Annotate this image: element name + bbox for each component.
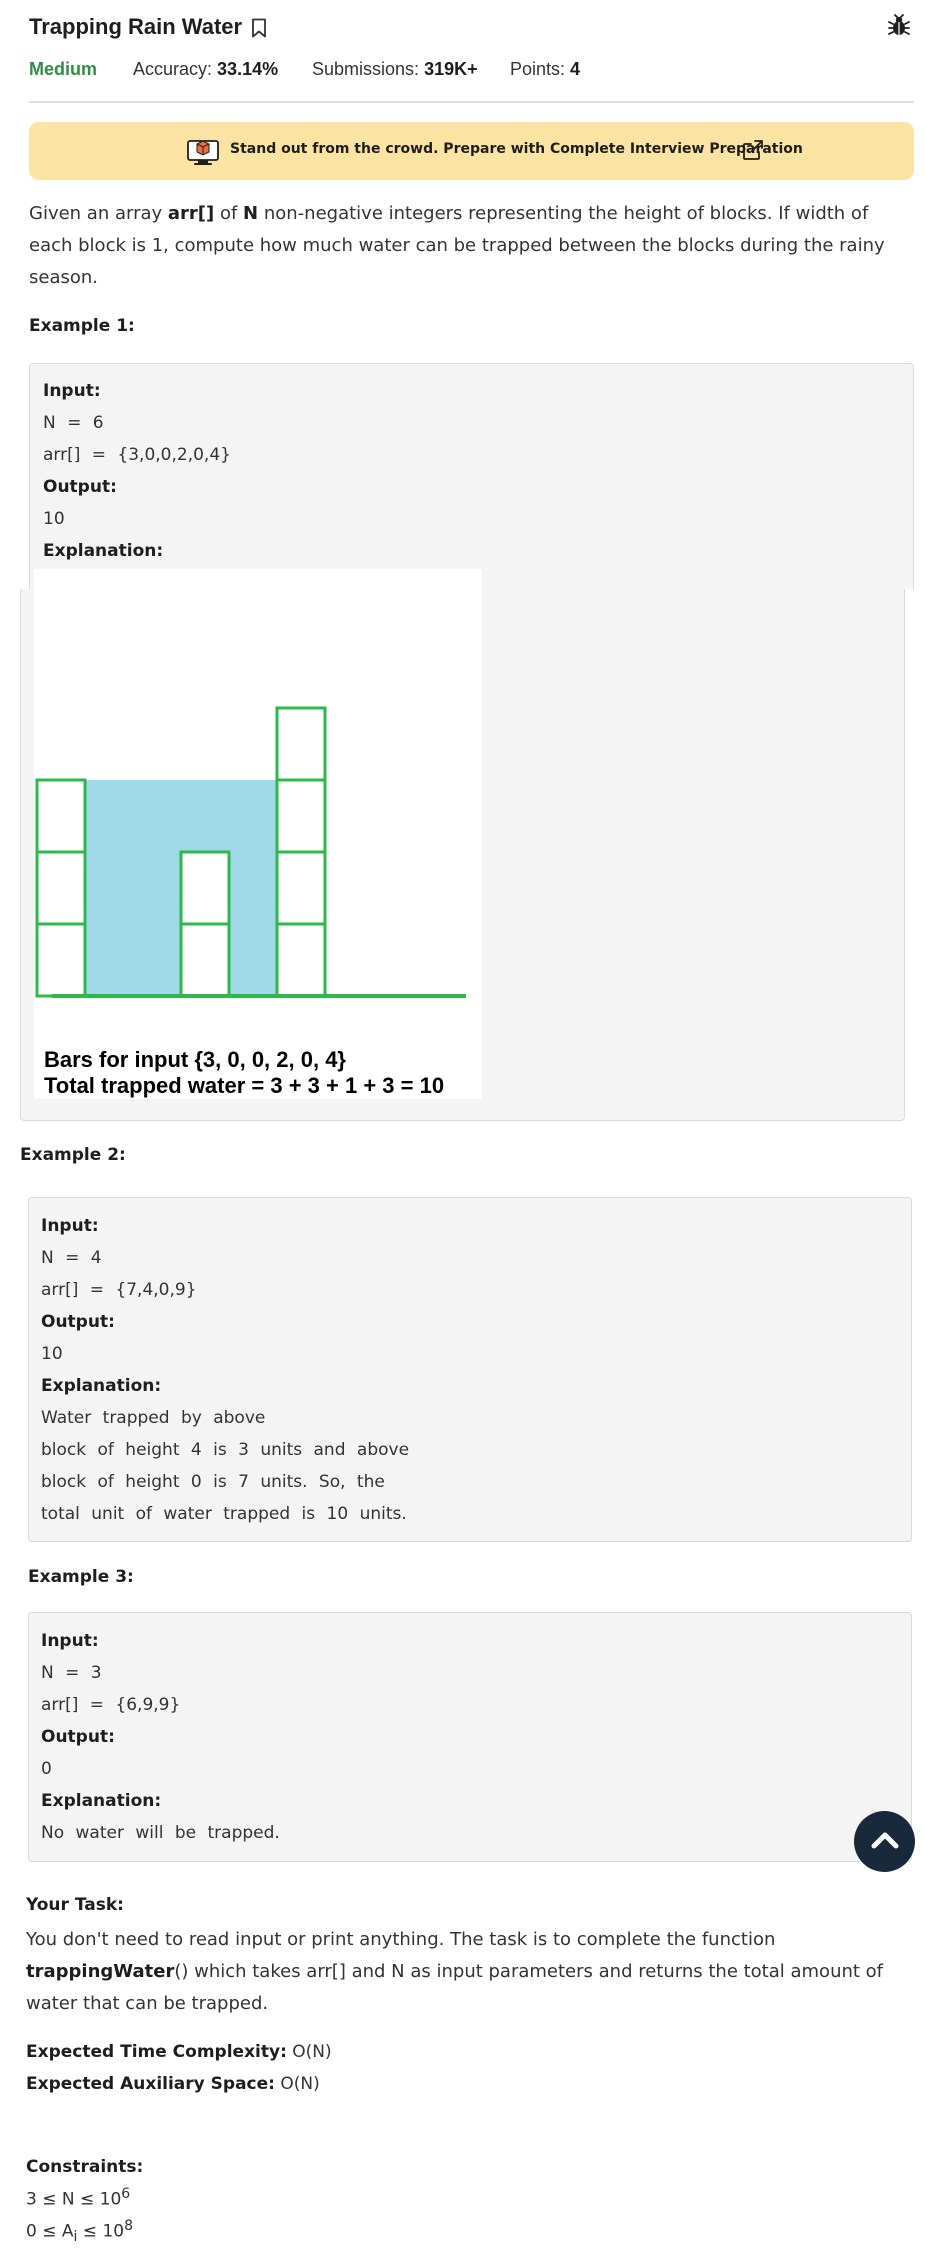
block-cell — [179, 922, 231, 998]
constraints-title: Constraints: — [26, 2157, 143, 2177]
problem-description: Given an array arr[] of N non-negative i… — [29, 198, 914, 294]
example-1-output: 10 — [43, 509, 65, 529]
example-3-title: Example 3: — [28, 1567, 134, 1587]
time-complexity-value: O(N) — [292, 2042, 332, 2062]
points-stat: Points: 4 — [510, 59, 580, 80]
monitor-icon — [187, 140, 219, 165]
accuracy-label: Accuracy: — [133, 59, 213, 79]
time-complexity: Expected Time Complexity: O(N) — [26, 2042, 332, 2062]
time-complexity-label: Expected Time Complexity: — [26, 2042, 287, 2062]
water-area — [229, 780, 277, 996]
banner-text[interactable]: Stand out from the crowd. Prepare with C… — [230, 141, 803, 157]
constraint-n-exp: 6 — [121, 2186, 131, 2202]
desc-n: N — [243, 203, 259, 224]
example-3-output: 0 — [41, 1759, 52, 1779]
example-3-n: N = 3 — [41, 1663, 102, 1683]
constraint-a-exp: 8 — [124, 2218, 133, 2234]
constraint-a-text: 0 ≤ A — [26, 2221, 74, 2242]
water-area — [133, 780, 181, 996]
example-2-explanation-line: block of height 0 is 7 units. So, the — [41, 1472, 385, 1492]
explanation-label: Explanation: — [41, 1376, 162, 1396]
desc-arr: arr[] — [167, 203, 215, 224]
figure-caption-1: Bars for input {3, 0, 0, 2, 0, 4} — [44, 1047, 346, 1072]
explanation-label: Explanation: — [43, 541, 164, 561]
constraint-a-text: ≤ 10 — [77, 2221, 125, 2242]
task-text: You don't need to read input or print an… — [26, 1924, 916, 2020]
example-2-n: N = 4 — [41, 1248, 102, 1268]
constraint-a: 0 ≤ Ai ≤ 108 — [26, 2218, 133, 2245]
points-value: 4 — [570, 59, 581, 79]
chevron-up-icon — [871, 1832, 899, 1849]
space-complexity-value: O(N) — [280, 2074, 320, 2094]
problem-page: Trapping Rain Water Medium Accuracy: 33.… — [0, 0, 925, 2259]
output-label: Output: — [41, 1312, 115, 1332]
submissions-stat: Submissions: 319K+ — [312, 59, 478, 80]
figure-caption-2: Total trapped water = 3 + 3 + 1 + 3 = 10 — [44, 1073, 444, 1098]
example-1-n: N = 6 — [43, 413, 104, 433]
desc-text: of — [214, 203, 244, 224]
water-area — [181, 780, 229, 852]
example-2-output: 10 — [41, 1344, 63, 1364]
example-3-explanation: No water will be trapped. — [41, 1823, 280, 1843]
example-1-arr: arr[] = {3,0,0,2,0,4} — [43, 445, 231, 465]
task-title: Your Task: — [26, 1895, 124, 1915]
output-label: Output: — [43, 477, 117, 497]
space-complexity: Expected Auxiliary Space: O(N) — [26, 2074, 320, 2094]
external-link-icon[interactable] — [741, 138, 765, 162]
bookmark-icon[interactable] — [251, 18, 267, 38]
submissions-value: 319K+ — [424, 59, 478, 79]
task-function-name: trappingWater — [26, 1961, 175, 1982]
points-label: Points: — [510, 59, 566, 79]
block-cell — [35, 922, 87, 998]
example-2-arr: arr[] = {7,4,0,9} — [41, 1280, 197, 1300]
example-3-arr: arr[] = {6,9,9} — [41, 1695, 181, 1715]
title-row: Trapping Rain Water — [29, 14, 911, 44]
accuracy-stat: Accuracy: 33.14% — [133, 59, 278, 80]
trapping-water-figure: Bars for input {3, 0, 0, 2, 0, 4} Total … — [34, 569, 482, 1099]
input-label: Input: — [41, 1216, 99, 1236]
example-2-explanation-line: total unit of water trapped is 10 units. — [41, 1504, 407, 1524]
example-1-title: Example 1: — [29, 316, 135, 336]
block-cell — [35, 850, 87, 926]
example-2-title: Example 2: — [20, 1145, 126, 1165]
constraints-label: Constraints: — [26, 2157, 144, 2177]
constraint-n-text: 3 ≤ N ≤ 10 — [26, 2189, 122, 2210]
block-cell — [275, 850, 327, 926]
difficulty-badge: Medium — [29, 59, 98, 79]
submissions-label: Submissions: — [312, 59, 420, 79]
space-complexity-label: Expected Auxiliary Space: — [26, 2074, 275, 2094]
block-cell — [275, 706, 327, 782]
problem-title: Trapping Rain Water — [29, 14, 243, 39]
water-area — [85, 780, 133, 996]
output-label: Output: — [41, 1727, 115, 1747]
divider — [29, 101, 914, 103]
block-cell — [275, 778, 327, 854]
example-2-explanation-line: Water trapped by above — [41, 1408, 266, 1428]
example-2-explanation-line: block of height 4 is 3 units and above — [41, 1440, 410, 1460]
block-cell — [275, 922, 327, 998]
accuracy-value: 33.14% — [217, 59, 279, 79]
desc-text: Given an array — [29, 203, 168, 224]
promo-banner[interactable]: Stand out from the crowd. Prepare with C… — [29, 122, 914, 180]
block-cell — [35, 778, 87, 854]
task-text-part: You don't need to read input or print an… — [26, 1929, 776, 1950]
input-label: Input: — [43, 381, 101, 401]
input-label: Input: — [41, 1631, 99, 1651]
constraint-n: 3 ≤ N ≤ 106 — [26, 2186, 130, 2210]
block-cell — [179, 850, 231, 926]
bug-icon[interactable] — [887, 14, 911, 38]
scroll-top-button[interactable] — [854, 1811, 915, 1872]
explanation-label: Explanation: — [41, 1791, 162, 1811]
